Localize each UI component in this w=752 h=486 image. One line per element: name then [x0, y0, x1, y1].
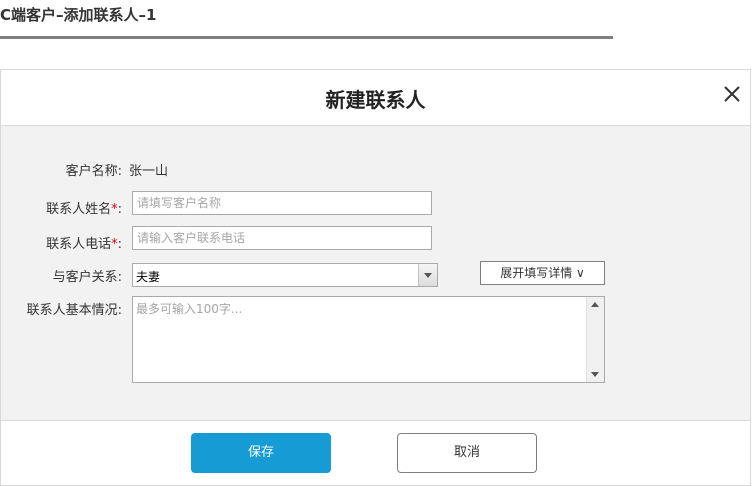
label-colon: :	[117, 202, 122, 217]
page-title: C端客户–添加联系人–1	[0, 6, 157, 24]
contact-phone-label-text: 联系人电话	[46, 237, 112, 252]
contact-phone-label: 联系人电话*:	[1, 233, 122, 252]
contact-name-label-text: 联系人姓名	[46, 202, 112, 217]
basic-info-textarea-wrap	[132, 296, 605, 383]
scroll-down-arrow-icon[interactable]	[591, 372, 599, 377]
relation-select[interactable]: 夫妻	[132, 263, 438, 287]
relation-label: 与客户关系:	[52, 270, 122, 285]
basic-info-label: 联系人基本情况:	[26, 303, 122, 318]
dialog-title: 新建联系人	[325, 88, 426, 112]
chevron-down-icon[interactable]	[418, 264, 437, 286]
contact-phone-input[interactable]	[132, 226, 432, 250]
dialog-body: 客户名称: 张一山 联系人姓名*: 联系人电话*: 与客户关系: 夫妻 展开填写…	[1, 126, 750, 421]
scroll-up-arrow-icon[interactable]	[591, 302, 599, 307]
dialog-footer: 保存 取消	[1, 421, 750, 485]
customer-name-value: 张一山	[129, 164, 169, 179]
dialog-header: 新建联系人	[1, 70, 750, 126]
expand-details-button[interactable]: 展开填写详情 ∨	[480, 261, 605, 285]
save-button[interactable]: 保存	[191, 433, 331, 473]
label-colon: :	[117, 237, 122, 252]
relation-select-value: 夫妻	[136, 270, 161, 284]
textarea-scrollbar[interactable]	[586, 297, 604, 382]
basic-info-textarea[interactable]	[133, 297, 585, 382]
page-title-divider	[0, 36, 613, 39]
new-contact-dialog: 新建联系人 客户名称: 张一山 联系人姓名*: 联系人电话*: 与客户关系: 夫…	[0, 69, 751, 486]
customer-name-label: 客户名称:	[65, 164, 122, 179]
contact-name-label: 联系人姓名*:	[1, 198, 122, 217]
close-icon[interactable]	[722, 84, 742, 104]
cancel-button[interactable]: 取消	[397, 433, 537, 473]
contact-name-input[interactable]	[132, 191, 432, 215]
